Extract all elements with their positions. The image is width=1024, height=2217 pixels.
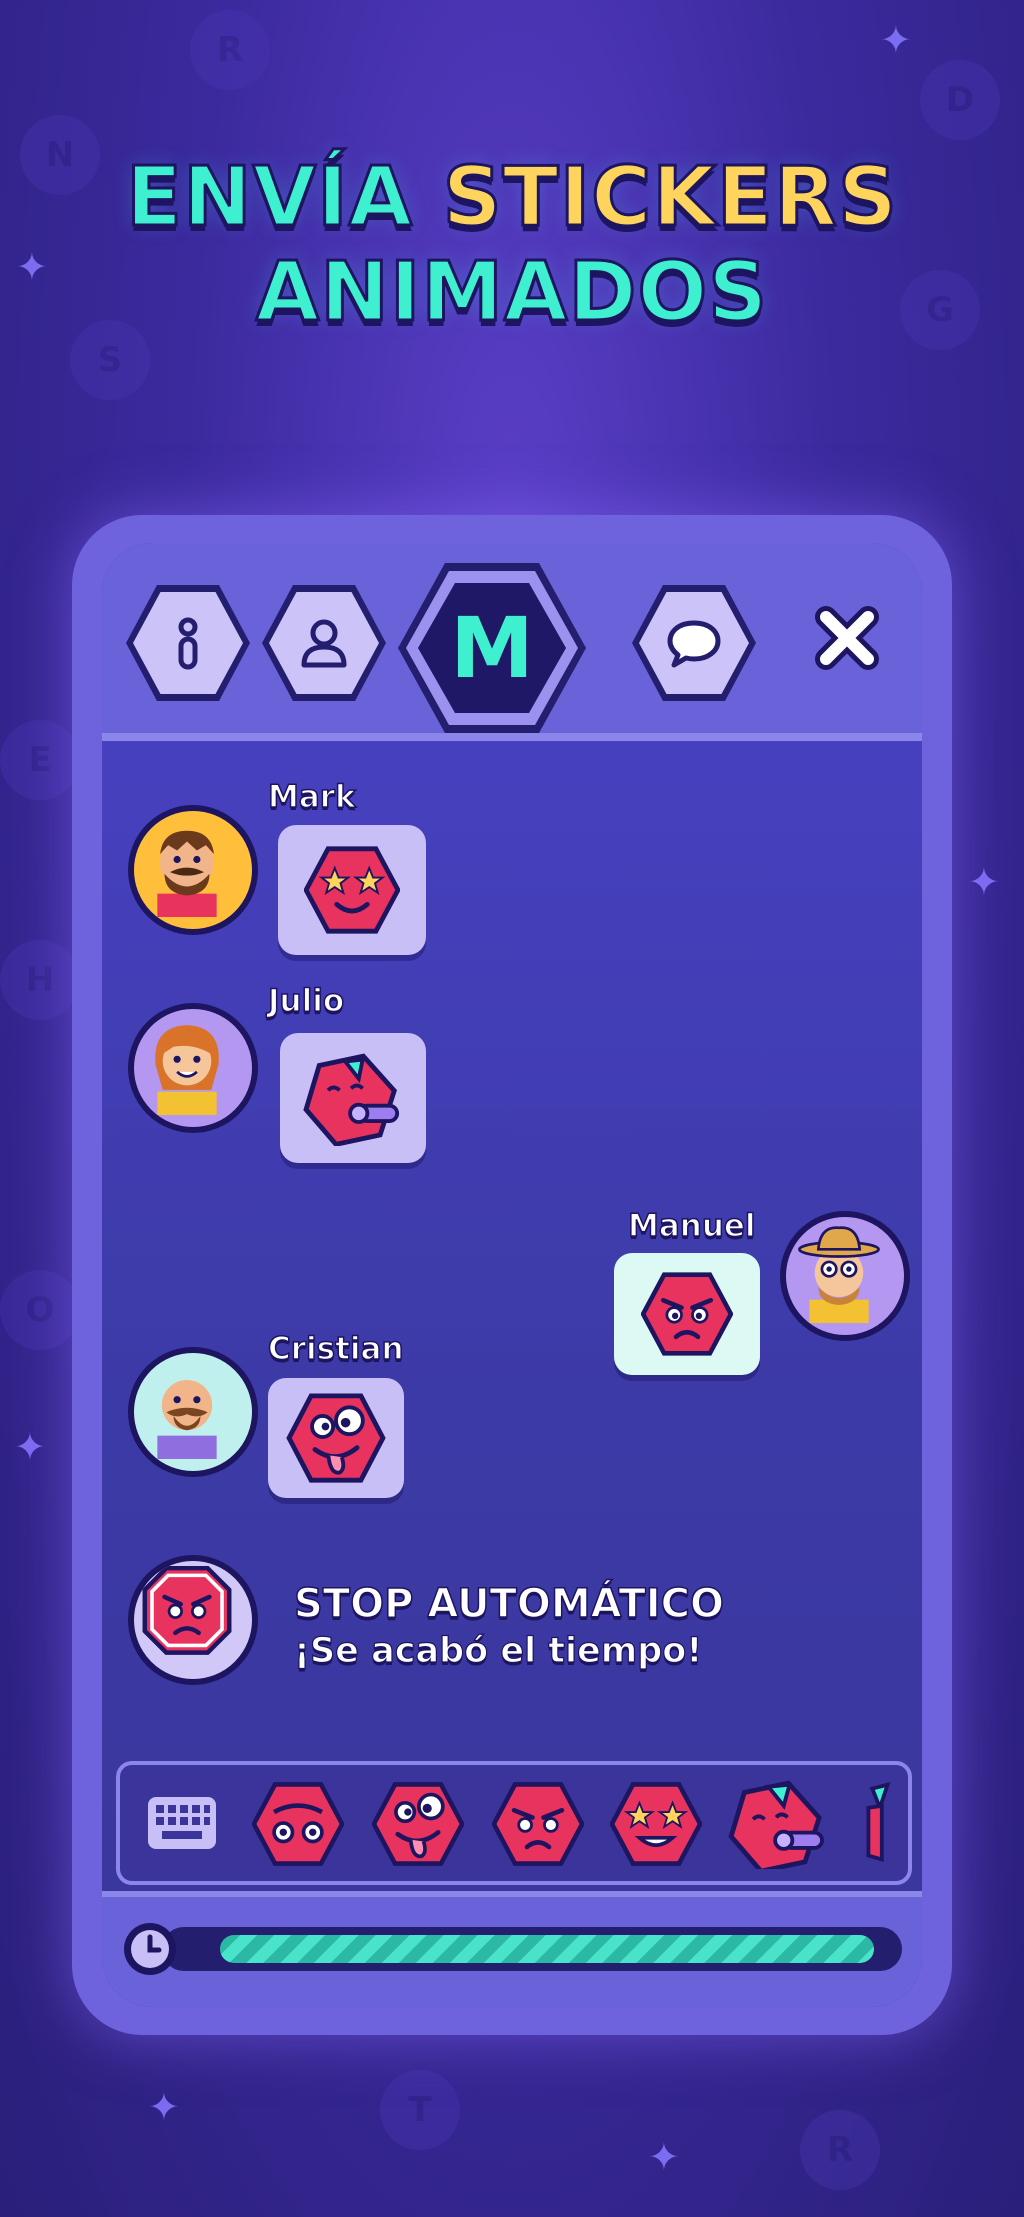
angry-sticker [641, 1272, 733, 1356]
tab-players-face [269, 592, 379, 694]
tray-sticker-party[interactable] [728, 1779, 828, 1869]
sparkle-icon: ✦ [880, 18, 912, 62]
tab-chat[interactable] [632, 585, 756, 701]
sparkle-icon: ✦ [968, 860, 1000, 904]
avatar-mark-face [157, 830, 217, 921]
sticker-bubble[interactable] [278, 825, 426, 955]
close-icon[interactable] [812, 603, 882, 673]
avatar [128, 1347, 258, 1477]
tab-stickers[interactable]: M [398, 563, 586, 733]
letter-coin-decoration: O [0, 1270, 80, 1350]
letter-coin-decoration: T [380, 2070, 460, 2150]
chat-screen: M Mark Julio Manuel Cristian STOP AUTOMÁ… [102, 543, 922, 2007]
tray-sticker-partial[interactable] [858, 1779, 898, 1869]
silly-sticker [286, 1393, 386, 1483]
sticker-bubble[interactable] [614, 1253, 760, 1375]
info-icon [178, 617, 198, 670]
letter-coin-decoration: R [190, 10, 270, 90]
keyboard-icon[interactable] [146, 1795, 218, 1851]
avatar-cristian-face [157, 1379, 217, 1463]
system-message-title: STOP AUTOMÁTICO [293, 1580, 725, 1628]
sender-name: Manuel [627, 1207, 756, 1245]
system-message-subtitle: ¡Se acabó el tiempo! [293, 1630, 703, 1671]
sticker-tray [116, 1761, 912, 1885]
headline-line-1: ENVÍA STICKERS [0, 149, 1024, 247]
clock-icon [124, 1923, 176, 1975]
headline-line-2: ANIMADOS [254, 244, 769, 342]
letter-coin-decoration: H [0, 940, 80, 1020]
stop-sign-avatar [128, 1555, 258, 1685]
chat-icon [667, 620, 721, 668]
tray-sticker-angry[interactable] [492, 1779, 584, 1869]
avatar [780, 1211, 910, 1341]
letter-coin-decoration: E [0, 720, 80, 800]
headline-word-stickers: STICKERS [441, 149, 899, 247]
user-icon [301, 619, 347, 668]
stop-sign-icon [142, 1565, 232, 1655]
sticker-bubble[interactable] [280, 1033, 426, 1163]
star-eyes-sticker [304, 846, 400, 934]
tray-sticker-surprised[interactable] [252, 1779, 344, 1869]
phone-frame: M Mark Julio Manuel Cristian STOP AUTOMÁ… [72, 515, 952, 2035]
sparkle-icon: ✦ [648, 2135, 680, 2179]
headline-word-envia: ENVÍA [124, 149, 443, 247]
party-sticker [303, 1053, 400, 1146]
tab-bar: M [102, 543, 922, 741]
tab-chat-face [639, 592, 749, 694]
tray-sticker-silly[interactable] [372, 1779, 464, 1869]
avatar-julio-face [155, 1025, 219, 1119]
tab-stickers-ring: M [406, 571, 578, 725]
avatar-manuel-face [798, 1226, 880, 1327]
timer-bar [102, 1891, 922, 2007]
tab-info-face [133, 592, 243, 694]
m-logo: M [418, 583, 566, 713]
tab-players[interactable] [262, 585, 386, 701]
avatar [128, 805, 258, 935]
tab-info[interactable] [126, 585, 250, 701]
avatar [128, 1003, 258, 1133]
sparkle-icon: ✦ [14, 1425, 46, 1469]
sender-name: Cristian [267, 1330, 404, 1368]
timer-progress-fill [220, 1935, 874, 1963]
sender-name: Julio [267, 982, 345, 1020]
letter-coin-decoration: R [800, 2110, 880, 2190]
sparkle-icon: ✦ [148, 2085, 180, 2129]
timer-track [162, 1927, 902, 1971]
sticker-bubble[interactable] [268, 1378, 404, 1498]
letter-coin-decoration: D [920, 60, 1000, 140]
sender-name: Mark [267, 778, 356, 816]
tray-sticker-star-eyes[interactable] [610, 1779, 702, 1869]
